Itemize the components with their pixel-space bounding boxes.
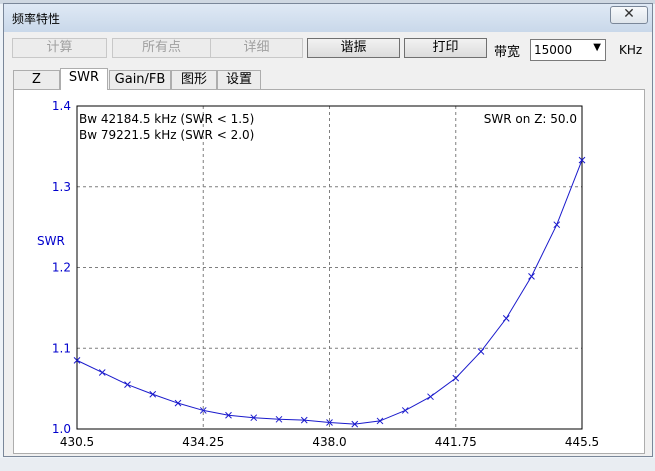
x-tick-label: 434.25 (182, 435, 224, 449)
y-tick-label: 1.2 (52, 261, 71, 275)
bandwidth-value: 15000 (534, 43, 573, 57)
close-button[interactable]: ✕ (610, 6, 648, 24)
bandwidth-annotation-1: Bw 42184.5 kHz (SWR < 1.5) (79, 112, 254, 126)
data-point-marker (174, 399, 182, 407)
data-point-marker (528, 273, 535, 280)
data-point-marker (149, 390, 157, 398)
swr-chart: 430.5 434.25 438.0 441.75 445.5 1.0 1.1 1.2 1.3 1… (37, 99, 599, 449)
y-tick-label: 1.4 (52, 99, 71, 113)
chart-grid (77, 106, 582, 429)
bandwidth-unit: KHz (619, 43, 643, 57)
tab-gain-fb[interactable]: Gain/FB (109, 70, 171, 90)
tab-graph[interactable]: 图形 (171, 70, 217, 90)
chevron-down-icon: ▼ (593, 42, 601, 53)
resonance-button[interactable]: 谐振 (307, 38, 400, 58)
window-title: 频率特性 (12, 12, 61, 26)
bandwidth-select[interactable]: 15000 ▼ (530, 39, 606, 61)
details-button[interactable]: 详细 (210, 38, 303, 58)
x-tick-label: 438.0 (312, 435, 346, 449)
all-points-button[interactable]: 所有点 (112, 38, 211, 58)
background-window-strip (0, 458, 655, 471)
x-tick-label: 430.5 (60, 435, 94, 449)
print-button[interactable]: 打印 (404, 38, 487, 58)
data-point-marker (477, 348, 485, 355)
frequency-response-window: 频率特性 ✕ 计算 所有点 详细 谐振 打印 带宽 15000 ▼ KHz Z … (3, 3, 653, 457)
tab-swr[interactable]: SWR (60, 68, 108, 90)
data-point-marker (502, 315, 510, 322)
data-point-marker (427, 393, 434, 401)
y-tick-label: 1.1 (52, 341, 71, 355)
tab-settings[interactable]: 设置 (217, 70, 261, 90)
x-tick-label: 441.75 (435, 435, 477, 449)
tab-z[interactable]: Z (13, 70, 60, 90)
swr-reference-annotation: SWR on Z: 50.0 (484, 112, 577, 126)
data-point-marker (553, 221, 561, 229)
y-tick-label: 1.0 (52, 422, 71, 436)
close-icon: ✕ (623, 6, 635, 22)
bandwidth-annotation-2: Bw 79221.5 kHz (SWR < 2.0) (79, 128, 254, 142)
data-point-marker (401, 407, 409, 414)
x-tick-label: 445.5 (565, 435, 599, 449)
data-point-marker (124, 381, 131, 388)
bandwidth-label: 带宽 (494, 45, 521, 60)
swr-chart-panel: 430.5 434.25 438.0 441.75 445.5 1.0 1.1 1.2 1.3 1… (13, 89, 645, 454)
y-tick-label: 1.3 (52, 180, 71, 194)
y-axis-label: SWR (37, 234, 65, 248)
axis-ticks: 430.5 434.25 438.0 441.75 445.5 1.0 1.1 1.2 1.3 1… (52, 99, 599, 449)
calculate-button[interactable]: 计算 (12, 38, 107, 58)
title-bar[interactable]: 频率特性 ✕ (4, 4, 652, 32)
data-point-marker (98, 369, 106, 376)
